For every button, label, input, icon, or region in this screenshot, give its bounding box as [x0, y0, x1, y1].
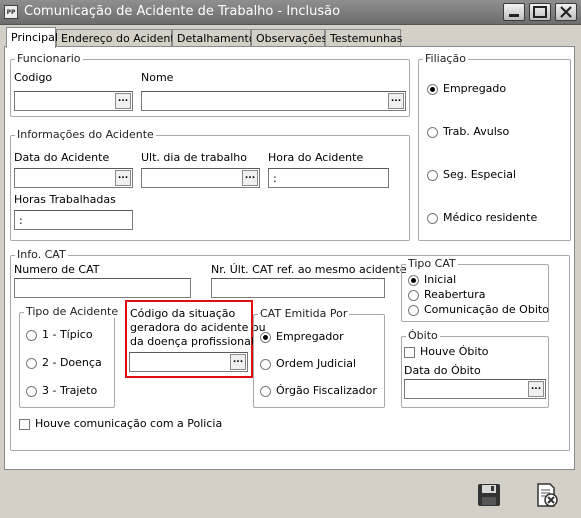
close-window-button[interactable]	[555, 3, 577, 21]
minimize-button[interactable]	[503, 3, 525, 21]
cat-emitida-empregador-label: Empregador	[276, 330, 344, 343]
floppy-disk-icon	[478, 484, 500, 506]
tipo-cat-group: Tipo CAT Inicial Reabertura Comunicação …	[401, 257, 549, 322]
data-acidente-calendar-button[interactable]: ...	[115, 170, 131, 186]
cat-emitida-group-title: CAT Emitida Por	[258, 307, 350, 320]
codigo-input[interactable]: ...	[14, 91, 133, 111]
obito-group-title: Óbito	[406, 329, 440, 342]
codigo-situacao-label-line2: geradora do acidente ou	[130, 321, 266, 334]
data-obito-input[interactable]: ...	[404, 379, 546, 399]
ult-dia-trabalho-input[interactable]: ...	[141, 168, 260, 188]
nome-label: Nome	[141, 71, 174, 84]
window-title: Comunicação de Acidente de Trabalho - In…	[24, 4, 341, 19]
info-cat-group: Info. CAT Numero de CAT Nr. Últ. CAT ref…	[10, 248, 570, 451]
ult-dia-trabalho-calendar-button[interactable]: ...	[242, 170, 258, 186]
codigo-lookup-button[interactable]: ...	[115, 93, 131, 109]
nome-lookup-button[interactable]: ...	[388, 93, 404, 109]
cat-emitida-ordem-judicial-radio[interactable]	[260, 359, 271, 370]
filiacao-trab-avulso-label: Trab. Avulso	[443, 125, 510, 138]
cat-emitida-orgao-fiscalizador-radio[interactable]	[260, 386, 271, 397]
data-acidente-label: Data do Acidente	[14, 151, 110, 164]
codigo-label: Codigo	[14, 71, 53, 84]
cat-emitida-orgao-fiscalizador-label: Órgão Fiscalizador	[276, 384, 377, 397]
funcionario-group: Funcionario Codigo Nome ... ...	[10, 52, 410, 117]
comunicacao-policia-label: Houve comunicação com a Policia	[35, 417, 223, 430]
hora-acidente-input[interactable]: :	[268, 168, 389, 188]
filiacao-medico-residente-label: Médico residente	[443, 211, 538, 224]
filiacao-empregado-radio[interactable]	[427, 84, 438, 95]
data-acidente-input[interactable]: ...	[14, 168, 133, 188]
tipo-acidente-tipico-label: 1 - Típico	[42, 328, 93, 341]
tab-endereco-acidente[interactable]: Endereço do Acidente	[56, 29, 181, 47]
filiacao-group: Filiação Empregado Trab. Avulso Seg. Esp…	[418, 52, 571, 241]
maximize-button[interactable]	[529, 3, 551, 21]
ult-dia-trabalho-label: Ult. dia de trabalho	[141, 151, 247, 164]
comunicacao-policia-checkbox[interactable]	[19, 419, 30, 430]
tipo-cat-comunicacao-obito-label: Comunicação de Obito	[424, 303, 549, 316]
tab-observacoes[interactable]: Observações	[251, 29, 327, 47]
info-cat-group-title: Info. CAT	[15, 248, 68, 261]
numero-cat-input[interactable]	[14, 278, 191, 298]
funcionario-group-title: Funcionario	[15, 52, 83, 65]
save-button[interactable]	[475, 481, 503, 509]
cancel-document-icon	[537, 483, 558, 507]
codigo-situacao-input[interactable]: ...	[129, 352, 248, 372]
cat-emitida-empregador-radio[interactable]	[260, 332, 271, 343]
close-icon	[560, 6, 572, 18]
filiacao-medico-residente-radio[interactable]	[427, 213, 438, 224]
obito-group: Óbito Houve Óbito Data do Óbito ...	[401, 329, 549, 408]
houve-obito-checkbox[interactable]	[404, 347, 415, 358]
tab-panel-principal: Funcionario Codigo Nome ... ... Filiação…	[4, 46, 575, 470]
data-obito-label: Data do Óbito	[404, 364, 481, 377]
tipo-acidente-group: Tipo de Acidente 1 - Típico 2 - Doença 3…	[19, 305, 121, 408]
filiacao-seg-especial-radio[interactable]	[427, 170, 438, 181]
maximize-icon	[533, 6, 547, 18]
tipo-cat-inicial-radio[interactable]	[408, 275, 419, 286]
filiacao-seg-especial-label: Seg. Especial	[443, 168, 517, 181]
codigo-situacao-label-line3: da doença profissional	[130, 335, 254, 348]
tab-testemunhas[interactable]: Testemunhas	[325, 29, 403, 47]
tipo-acidente-tipico-radio[interactable]	[26, 330, 37, 341]
tipo-cat-comunicacao-obito-radio[interactable]	[408, 305, 419, 316]
tipo-cat-reabertura-label: Reabertura	[424, 288, 486, 301]
title-bar: PP Comunicação de Acidente de Trabalho -…	[0, 0, 581, 25]
codigo-situacao-label-line1: Código da situação	[130, 307, 236, 320]
horas-trabalhadas-input[interactable]: :	[14, 210, 133, 230]
info-acidente-group-title: Informações do Acidente	[15, 128, 156, 141]
cat-emitida-ordem-judicial-label: Ordem Judicial	[276, 357, 357, 370]
horas-trabalhadas-label: Horas Trabalhadas	[14, 193, 116, 206]
cancel-button[interactable]	[532, 481, 560, 509]
hora-acidente-label: Hora do Acidente	[268, 151, 364, 164]
info-acidente-group: Informações do Acidente Data do Acidente…	[10, 128, 410, 241]
hora-acidente-value: :	[273, 171, 277, 185]
numero-cat-label: Numero de CAT	[14, 263, 100, 276]
cat-emitida-group: CAT Emitida Por Empregador Ordem Judicia…	[253, 307, 385, 408]
tab-principal[interactable]: Principal	[6, 27, 58, 48]
tipo-acidente-doenca-radio[interactable]	[26, 358, 37, 369]
app-icon: PP	[4, 5, 18, 19]
tab-detalhamento[interactable]: Detalhamento	[172, 29, 256, 47]
tipo-cat-reabertura-radio[interactable]	[408, 290, 419, 301]
minimize-icon	[509, 14, 519, 17]
codigo-situacao-lookup-button[interactable]: ...	[230, 354, 246, 370]
tipo-acidente-trajeto-label: 3 - Trajeto	[42, 384, 98, 397]
filiacao-empregado-label: Empregado	[443, 82, 507, 95]
nr-ult-cat-label: Nr. Últ. CAT ref. ao mesmo acidente	[211, 263, 407, 276]
filiacao-trab-avulso-radio[interactable]	[427, 127, 438, 138]
tipo-acidente-group-title: Tipo de Acidente	[24, 305, 121, 318]
filiacao-group-title: Filiação	[423, 52, 468, 65]
nome-input[interactable]: ...	[141, 91, 406, 111]
tipo-cat-group-title: Tipo CAT	[406, 257, 458, 270]
data-obito-calendar-button[interactable]: ...	[528, 381, 544, 397]
tipo-acidente-doenca-label: 2 - Doença	[42, 356, 102, 369]
tipo-acidente-trajeto-radio[interactable]	[26, 386, 37, 397]
tipo-cat-inicial-label: Inicial	[424, 273, 457, 286]
houve-obito-label: Houve Óbito	[420, 345, 489, 358]
horas-trabalhadas-value: :	[19, 213, 23, 227]
nr-ult-cat-input[interactable]	[211, 278, 385, 298]
